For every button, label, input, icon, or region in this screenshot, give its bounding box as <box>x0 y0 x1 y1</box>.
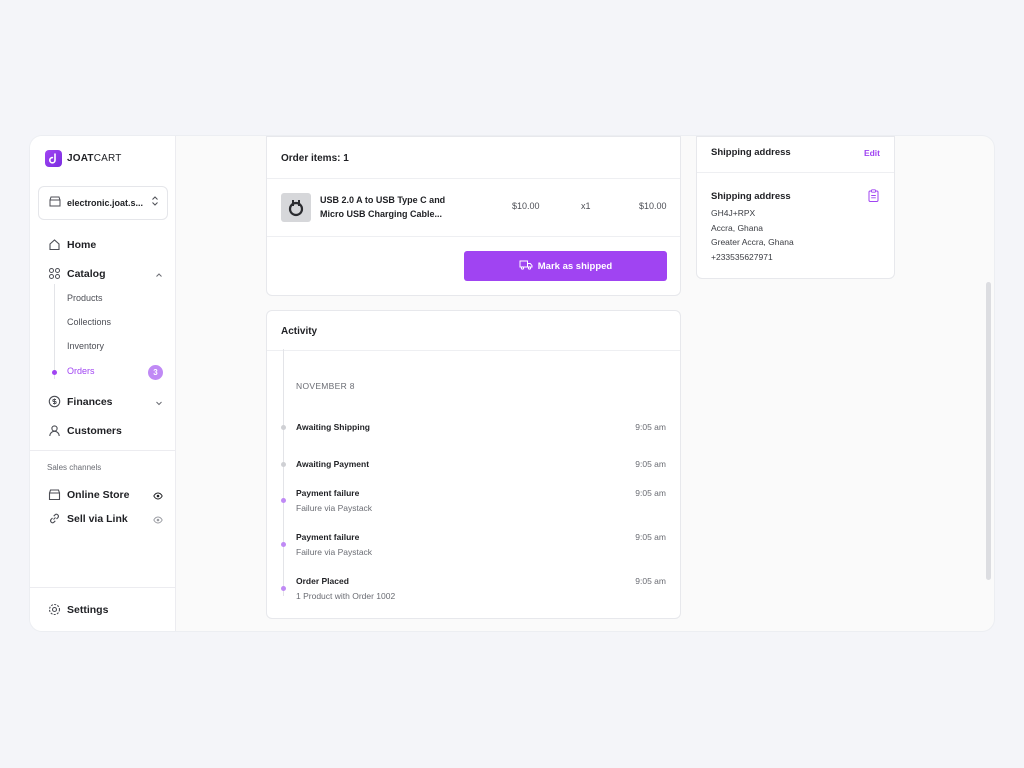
brand-name: JOATCART <box>67 153 122 164</box>
link-icon <box>48 512 61 525</box>
event-time: 9:05 am <box>635 488 666 498</box>
dollar-icon <box>48 395 61 408</box>
event-time: 9:05 am <box>635 532 666 542</box>
sidebar-item-label: Customers <box>67 424 122 437</box>
sidebar-item-label: Finances <box>67 395 113 408</box>
submenu-line <box>54 284 55 379</box>
activity-date: NOVEMBER 8 <box>296 381 355 391</box>
address-line: GH4J+RPX <box>711 208 756 218</box>
order-items-title: Order items: 1 <box>281 153 349 164</box>
event-title: Order Placed <box>296 576 349 586</box>
sidebar-item-orders[interactable]: Orders <box>67 366 95 376</box>
sidebar-item-home[interactable]: Home <box>48 238 96 251</box>
event-time: 9:05 am <box>635 422 666 432</box>
event-time: 9:05 am <box>635 576 666 586</box>
timeline-dot <box>281 425 286 430</box>
orders-count-badge: 3 <box>148 365 163 380</box>
logo-icon <box>45 150 62 167</box>
eye-icon[interactable] <box>153 515 163 525</box>
event-title: Awaiting Payment <box>296 459 370 469</box>
main-content: Order items: 1 USB 2.0 A to USB Type C a… <box>176 136 994 631</box>
event-subtitle: Failure via Paystack <box>296 547 373 557</box>
phone-number: +233535627971 <box>711 252 773 262</box>
shipping-section-title: Shipping address <box>711 191 791 202</box>
activity-title: Activity <box>281 326 318 337</box>
sidebar-item-label: Online Store <box>67 488 130 501</box>
chevron-up-icon[interactable] <box>155 271 163 279</box>
card-divider <box>697 172 894 173</box>
unit-price: $10.00 <box>512 201 540 211</box>
gear-icon <box>48 603 61 616</box>
edit-shipping-link[interactable]: Edit <box>864 148 880 158</box>
shipping-address-card: Shipping address Edit Shipping address G… <box>696 136 895 279</box>
product-thumbnail <box>281 193 311 222</box>
event-subtitle: Failure via Paystack <box>296 503 373 513</box>
timeline-dot <box>281 498 286 503</box>
card-divider <box>267 236 680 237</box>
sidebar-item-products[interactable]: Products <box>67 293 103 303</box>
address-line: Accra, Ghana <box>711 223 763 233</box>
timeline-dot <box>281 586 286 591</box>
clipboard-icon[interactable] <box>868 189 879 207</box>
event-title: Payment failure <box>296 532 360 542</box>
product-name[interactable]: USB 2.0 A to USB Type C and Micro USB Ch… <box>320 193 460 221</box>
brand-logo[interactable]: JOATCART <box>45 150 122 167</box>
store-selector-value: electronic.joat.s... <box>67 198 144 208</box>
mark-as-shipped-label: Mark as shipped <box>537 260 613 272</box>
sidebar-item-sell-via-link[interactable]: Sell via Link <box>48 512 128 525</box>
event-time: 9:05 am <box>635 459 666 469</box>
sidebar-divider <box>30 587 176 588</box>
card-divider <box>267 178 680 179</box>
chevron-up-down-icon <box>151 194 159 212</box>
event-title: Awaiting Shipping <box>296 422 370 432</box>
store-icon <box>49 194 61 212</box>
sidebar-divider <box>30 450 176 451</box>
sidebar-item-label: Settings <box>67 603 109 616</box>
sidebar-item-online-store[interactable]: Online Store <box>48 488 129 501</box>
sidebar-item-customers[interactable]: Customers <box>48 424 122 437</box>
order-items-card: Order items: 1 USB 2.0 A to USB Type C a… <box>266 136 681 296</box>
event-title: Payment failure <box>296 488 360 498</box>
timeline-dot <box>281 462 286 467</box>
sidebar-item-catalog[interactable]: Catalog <box>48 267 168 280</box>
user-icon <box>48 424 61 437</box>
scrollbar-thumb[interactable] <box>986 282 991 580</box>
sidebar-item-label: Sell via Link <box>67 512 128 525</box>
sidebar-item-settings[interactable]: Settings <box>48 603 108 616</box>
sidebar-item-label: Home <box>67 238 97 251</box>
catalog-icon <box>48 267 61 280</box>
storefront-icon <box>48 488 61 501</box>
item-quantity: x1 <box>581 201 591 211</box>
sidebar-item-collections[interactable]: Collections <box>67 317 111 327</box>
app-window: JOATCART electronic.joat.s... Home Catal… <box>30 136 994 631</box>
event-subtitle: 1 Product with Order 1002 <box>296 591 396 601</box>
store-selector[interactable]: electronic.joat.s... <box>38 186 168 220</box>
sidebar-item-finances[interactable]: Finances <box>48 395 113 408</box>
sidebar-item-inventory[interactable]: Inventory <box>67 341 104 351</box>
chevron-down-icon[interactable] <box>155 399 163 407</box>
mark-as-shipped-button[interactable]: Mark as shipped <box>464 251 667 281</box>
active-indicator-dot <box>52 370 57 375</box>
sidebar-item-label: Catalog <box>67 267 106 280</box>
home-icon <box>48 238 61 251</box>
truck-icon <box>519 260 533 273</box>
timeline-dot <box>281 542 286 547</box>
shipping-header-title: Shipping address <box>711 147 791 158</box>
sales-channels-label: Sales channels <box>47 463 102 472</box>
address-line: Greater Accra, Ghana <box>711 237 794 247</box>
activity-card: Activity NOVEMBER 8 Awaiting Shipping 9:… <box>266 310 681 619</box>
eye-icon[interactable] <box>153 491 163 501</box>
timeline-line <box>283 349 284 596</box>
card-divider <box>267 350 680 351</box>
sidebar: JOATCART electronic.joat.s... Home Catal… <box>30 136 176 631</box>
line-total: $10.00 <box>639 201 667 211</box>
